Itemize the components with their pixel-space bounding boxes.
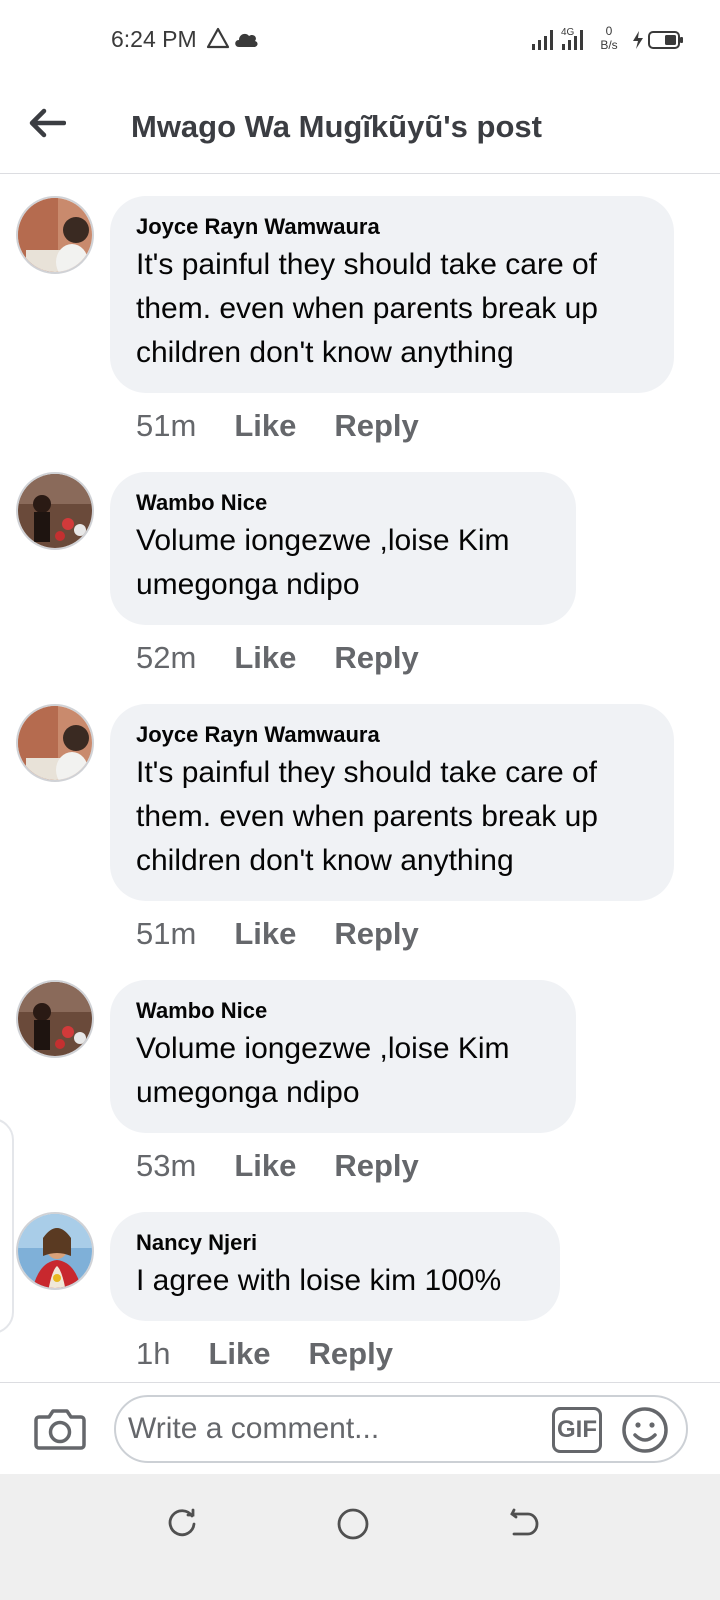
battery-icon <box>648 31 683 49</box>
comment-text: I agree with loise kim 100% <box>136 1264 502 1297</box>
comment-author[interactable]: Joyce Rayn Wamwaura <box>136 214 648 240</box>
comment-composer: GIF <box>0 1382 720 1474</box>
camera-icon <box>34 1409 86 1450</box>
reply-button[interactable]: Reply <box>334 1148 418 1184</box>
comment-input-box[interactable]: GIF <box>114 1395 688 1463</box>
status-bar: 6:24 PM 4G 0 B/s <box>0 0 720 80</box>
recent-apps-icon[interactable] <box>162 1504 202 1544</box>
reply-button[interactable]: Reply <box>334 408 418 444</box>
back-nav-icon[interactable] <box>504 1504 544 1544</box>
comment-time[interactable]: 51m <box>136 916 196 952</box>
page-title: Mwago Wa Mugĩkũyũ's post <box>131 109 542 144</box>
reply-button[interactable]: Reply <box>334 916 418 952</box>
signal-icon: 4G <box>532 27 583 50</box>
post-header: Mwago Wa Mugĩkũyũ's post <box>0 80 720 174</box>
reply-button[interactable]: Reply <box>309 1336 393 1372</box>
comment-time[interactable]: 51m <box>136 408 196 444</box>
like-button[interactable]: Like <box>208 1336 270 1372</box>
avatar[interactable] <box>16 980 94 1058</box>
charging-icon <box>633 31 643 49</box>
comment-actions: 51m Like Reply <box>136 408 419 444</box>
net-speed-unit: B/s <box>600 38 618 52</box>
like-button[interactable]: Like <box>234 408 296 444</box>
comment-actions: 53m Like Reply <box>136 1148 419 1184</box>
comment-bubble[interactable]: Wambo Nice Volume iongezwe ,loise Kim um… <box>110 980 576 1133</box>
system-nav-bar <box>0 1474 720 1600</box>
comment-actions: 1h Like Reply <box>136 1336 393 1372</box>
avatar[interactable] <box>16 704 94 782</box>
like-button[interactable]: Like <box>234 1148 296 1184</box>
smiley-icon <box>622 1407 668 1453</box>
comment-actions: 51m Like Reply <box>136 916 419 952</box>
cloud-icon <box>235 33 258 47</box>
avatar[interactable] <box>16 196 94 274</box>
comment-author[interactable]: Wambo Nice <box>136 490 550 516</box>
comment-time[interactable]: 1h <box>136 1336 170 1372</box>
avatar[interactable] <box>16 472 94 550</box>
arrow-left-icon <box>29 108 66 138</box>
comment-bubble[interactable]: Nancy Njeri I agree with loise kim 100% <box>110 1212 560 1321</box>
comment-text: Volume iongezwe ,loise Kim umegonga ndip… <box>136 1032 510 1109</box>
comment-time[interactable]: 53m <box>136 1148 196 1184</box>
comment-author[interactable]: Nancy Njeri <box>136 1230 534 1256</box>
comment-text: Volume iongezwe ,loise Kim umegonga ndip… <box>136 524 510 601</box>
like-button[interactable]: Like <box>234 916 296 952</box>
back-button[interactable] <box>22 98 72 148</box>
comment-actions: 52m Like Reply <box>136 640 419 676</box>
comment-text: It's painful they should take care of th… <box>136 756 598 877</box>
avatar[interactable] <box>16 1212 94 1290</box>
camera-button[interactable] <box>33 1403 87 1453</box>
net-speed: 0 B/s <box>595 24 623 52</box>
comment-author[interactable]: Joyce Rayn Wamwaura <box>136 722 648 748</box>
comment-author[interactable]: Wambo Nice <box>136 998 550 1024</box>
comment-bubble[interactable]: Joyce Rayn Wamwaura It's painful they sh… <box>110 704 674 901</box>
gif-button[interactable]: GIF <box>552 1407 602 1453</box>
network-label: 4G <box>561 27 575 38</box>
comment-input[interactable] <box>128 1407 548 1451</box>
status-time: 6:24 PM <box>111 26 197 52</box>
comment-bubble[interactable]: Joyce Rayn Wamwaura It's painful they sh… <box>110 196 674 393</box>
reply-button[interactable]: Reply <box>334 640 418 676</box>
comment-text: It's painful they should take care of th… <box>136 248 598 369</box>
like-button[interactable]: Like <box>234 640 296 676</box>
comment-bubble[interactable]: Wambo Nice Volume iongezwe ,loise Kim um… <box>110 472 576 625</box>
net-speed-value: 0 <box>605 24 613 38</box>
home-icon[interactable] <box>333 1504 373 1544</box>
warning-icon <box>206 27 230 49</box>
edge-panel-handle[interactable] <box>0 1118 14 1334</box>
comment-time[interactable]: 52m <box>136 640 196 676</box>
emoji-button[interactable] <box>620 1405 670 1455</box>
